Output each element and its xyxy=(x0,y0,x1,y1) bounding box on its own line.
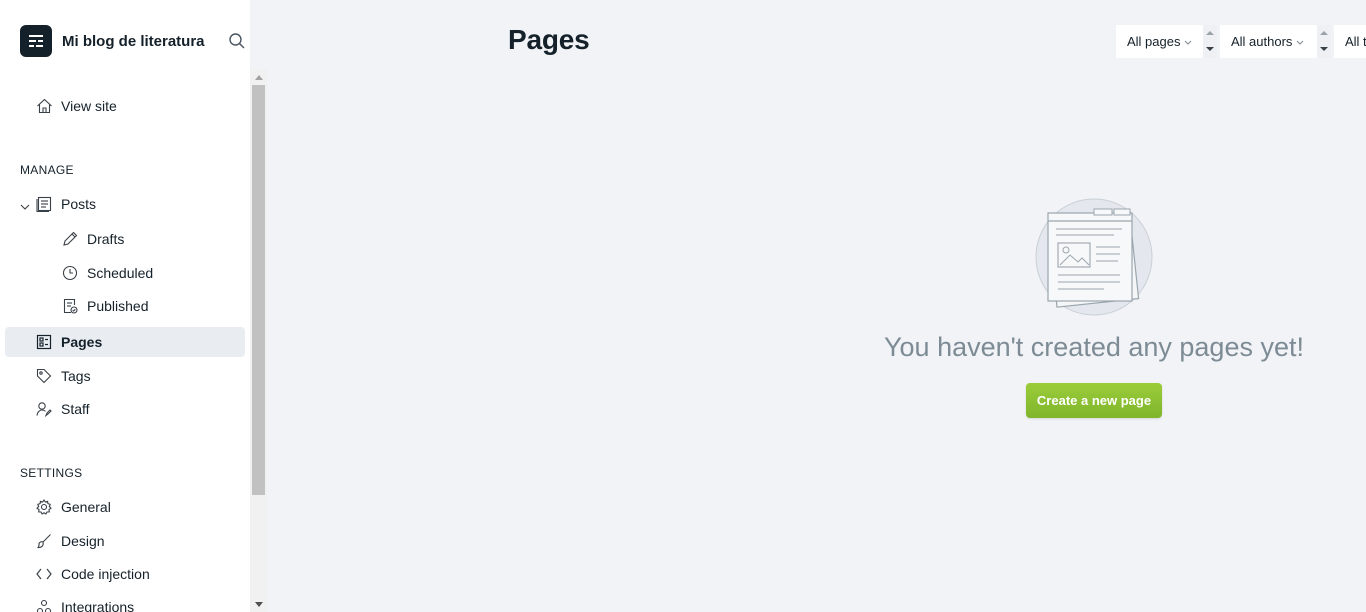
sidebar: Mi blog de literatura View site MANAGE P… xyxy=(0,0,250,612)
sidebar-item-label: Published xyxy=(87,298,149,314)
scrollbar-thumb[interactable] xyxy=(252,85,265,495)
staff-icon xyxy=(36,401,52,418)
empty-pages-illustration-icon xyxy=(1034,197,1154,317)
brush-icon xyxy=(36,533,52,549)
sidebar-item-published[interactable]: Published xyxy=(5,291,245,321)
sidebar-item-label: Pages xyxy=(61,334,103,350)
sidebar-item-integrations[interactable]: Integrations xyxy=(5,592,245,612)
filter-label: All t xyxy=(1345,34,1366,49)
published-icon xyxy=(62,298,78,314)
sidebar-item-code-injection[interactable]: Code injection xyxy=(5,559,245,589)
sidebar-item-view-site[interactable]: View site xyxy=(5,91,245,121)
sidebar-item-label: Tags xyxy=(61,368,91,384)
pencil-icon xyxy=(62,231,78,247)
sidebar-item-scheduled[interactable]: Scheduled xyxy=(5,258,245,288)
app-window: Mi blog de literatura View site MANAGE P… xyxy=(0,0,1366,612)
sidebar-item-design[interactable]: Design xyxy=(5,526,245,556)
sidebar-item-general[interactable]: General xyxy=(5,492,245,522)
settings-section-label: SETTINGS xyxy=(20,466,83,480)
home-icon xyxy=(36,98,52,114)
filter-label: All authors xyxy=(1231,34,1293,49)
filter-label: All pages xyxy=(1127,34,1181,49)
sidebar-item-posts[interactable]: Posts xyxy=(5,189,245,219)
sidebar-item-label: Scheduled xyxy=(87,265,154,281)
sidebar-item-tags[interactable]: Tags xyxy=(5,361,245,391)
search-icon[interactable] xyxy=(228,32,246,50)
integrations-icon xyxy=(36,599,52,612)
sidebar-item-label: General xyxy=(61,499,111,515)
pages-icon xyxy=(36,334,52,350)
manage-section-label: MANAGE xyxy=(20,163,74,177)
blog-title: Mi blog de literatura xyxy=(62,32,205,50)
sidebar-item-label: Integrations xyxy=(61,599,135,612)
scroll-down-arrow-icon[interactable] xyxy=(250,597,267,612)
sidebar-item-drafts[interactable]: Drafts xyxy=(5,224,245,254)
sidebar-item-label: View site xyxy=(61,98,117,114)
sidebar-item-label: Code injection xyxy=(61,566,150,582)
page-type-spinner[interactable] xyxy=(1203,25,1217,58)
sidebar-item-label: Drafts xyxy=(87,231,125,247)
page-title: Pages xyxy=(508,24,590,55)
chevron-down-icon[interactable] xyxy=(20,199,30,210)
brand[interactable]: Mi blog de literatura xyxy=(20,25,205,57)
posts-icon xyxy=(36,196,52,213)
author-filter[interactable]: All authors xyxy=(1220,25,1317,58)
chevron-down-icon xyxy=(1296,34,1304,49)
sidebar-item-pages[interactable]: Pages xyxy=(5,327,245,357)
chevron-down-icon xyxy=(1184,34,1192,49)
third-filter[interactable]: All t xyxy=(1334,25,1366,58)
page-type-filter[interactable]: All pages xyxy=(1116,25,1204,58)
gear-icon xyxy=(36,498,52,515)
code-icon xyxy=(36,566,52,582)
logo-icon xyxy=(20,25,52,57)
empty-state-message: You haven't created any pages yet! xyxy=(884,332,1304,362)
scroll-up-arrow-icon[interactable] xyxy=(250,69,267,84)
tag-icon xyxy=(36,368,52,384)
author-spinner[interactable] xyxy=(1317,25,1331,58)
sidebar-item-label: Staff xyxy=(61,401,90,417)
sidebar-item-staff[interactable]: Staff xyxy=(5,394,245,424)
sidebar-scrollbar[interactable] xyxy=(250,69,267,612)
sidebar-item-label: Posts xyxy=(61,196,97,212)
create-new-page-button[interactable]: Create a new page xyxy=(1026,383,1162,418)
clock-icon xyxy=(62,265,78,281)
sidebar-item-label: Design xyxy=(61,533,105,549)
